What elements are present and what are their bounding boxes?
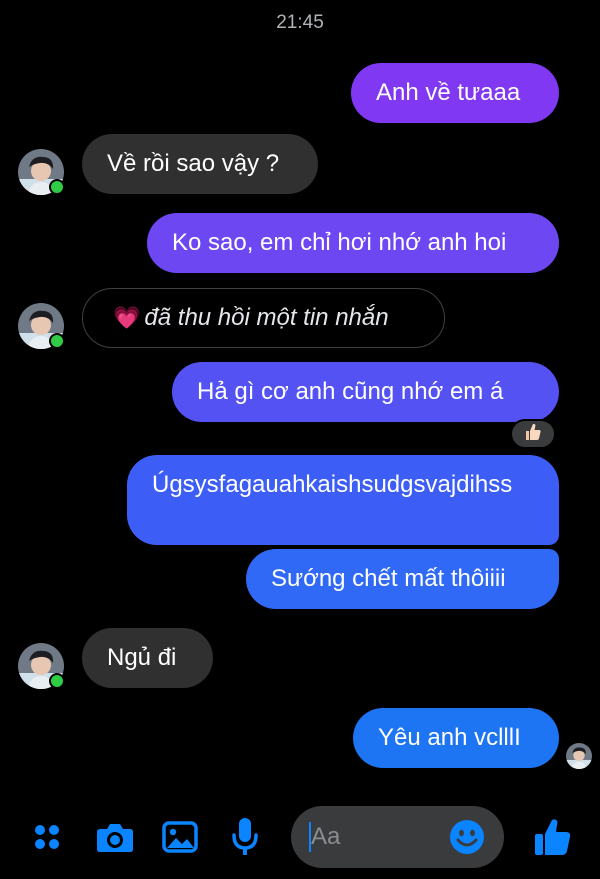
- message-reaction[interactable]: [510, 419, 556, 449]
- message-input[interactable]: [311, 820, 441, 854]
- outgoing-message[interactable]: Hả gì cơ anh cũng nhớ em á: [172, 362, 559, 422]
- message-text: Ngủ đi: [107, 644, 177, 671]
- message-text: Yêu anh vclllI: [378, 724, 521, 751]
- online-status-dot: [49, 179, 65, 195]
- like-icon[interactable]: [532, 815, 574, 859]
- menu-grid-icon[interactable]: [30, 820, 64, 854]
- unsent-message-notice[interactable]: 💗 đã thu hồi một tin nhắn: [82, 288, 445, 348]
- seen-indicator-avatar: [566, 743, 592, 769]
- message-timestamp: 21:45: [276, 12, 324, 33]
- outgoing-message[interactable]: Sướng chết mất thôiiii: [246, 549, 559, 609]
- incoming-message[interactable]: Ngủ đi: [82, 628, 213, 688]
- online-status-dot: [49, 673, 65, 689]
- heart-emoji-icon: 💗: [113, 305, 141, 330]
- message-text: Sướng chết mất thôiiii: [271, 565, 506, 592]
- online-status-dot: [49, 333, 65, 349]
- microphone-icon[interactable]: [228, 815, 262, 859]
- outgoing-message[interactable]: Ko sao, em chỉ hơi nhớ anh hoi: [147, 213, 559, 273]
- outgoing-message[interactable]: Yêu anh vclllI: [353, 708, 559, 768]
- incoming-message[interactable]: Về rồi sao vậy ?: [82, 134, 318, 194]
- emoji-icon[interactable]: [449, 819, 485, 855]
- message-composer[interactable]: [291, 806, 504, 868]
- message-text: Anh về tưaaa: [376, 79, 521, 106]
- message-text: Hả gì cơ anh cũng nhớ em á: [197, 378, 504, 405]
- message-text: Về rồi sao vậy ?: [107, 150, 280, 177]
- message-text: đã thu hồi một tin nhắn: [144, 304, 389, 331]
- thumbs-up-reaction-icon: [523, 422, 543, 447]
- gallery-icon[interactable]: [161, 819, 199, 855]
- outgoing-message[interactable]: Anh về tưaaa: [351, 63, 559, 123]
- outgoing-message[interactable]: Úgsysfagauahkaishsudgsvajdihss: [127, 455, 559, 545]
- camera-icon[interactable]: [95, 818, 135, 856]
- message-text: Ko sao, em chỉ hơi nhớ anh hoi: [172, 229, 507, 256]
- message-text: Úgsysfagauahkaishsudgsvajdihss: [152, 471, 513, 498]
